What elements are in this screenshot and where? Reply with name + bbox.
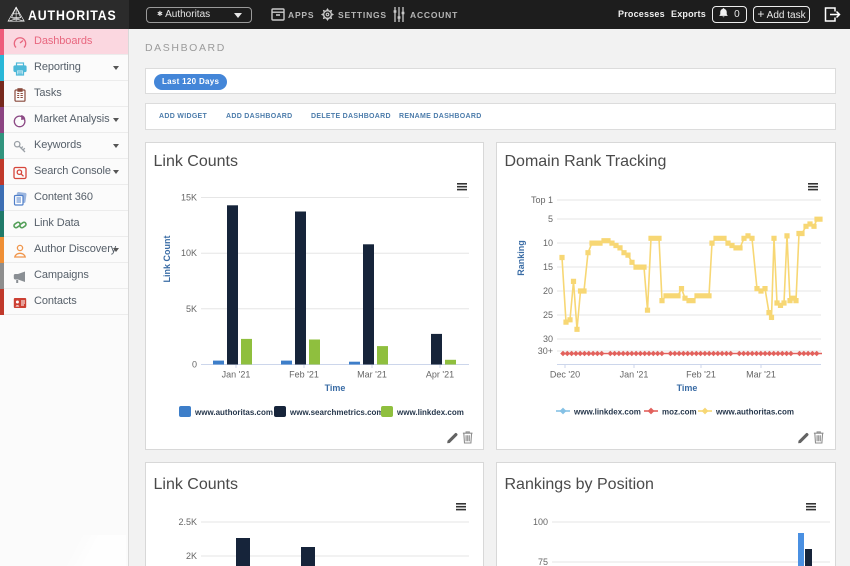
svg-text:Jan '21: Jan '21 [620,370,649,380]
svg-text:10K: 10K [181,248,197,258]
svg-text:Apr '21: Apr '21 [426,370,454,380]
svg-text:www.authoritas.com: www.authoritas.com [194,408,273,417]
svg-text:100: 100 [533,517,548,527]
svg-text:2.5K: 2.5K [178,517,197,527]
svg-text:www.searchmetrics.com: www.searchmetrics.com [289,408,384,417]
svg-text:www.linkdex.com: www.linkdex.com [573,408,641,417]
svg-text:Ranking: Ranking [516,240,526,276]
svg-text:30+: 30+ [538,346,553,356]
svg-text:www.authoritas.com: www.authoritas.com [715,408,794,417]
svg-text:Feb '21: Feb '21 [686,370,716,380]
svg-text:Top 1: Top 1 [531,195,553,205]
svg-text:15K: 15K [181,193,197,203]
svg-text:www.linkdex.com: www.linkdex.com [396,408,464,417]
svg-text:5: 5 [548,214,553,224]
svg-text:Time: Time [325,383,346,393]
svg-text:Feb '21: Feb '21 [289,370,319,380]
svg-text:25: 25 [543,310,553,320]
svg-text:Mar '21: Mar '21 [746,370,776,380]
svg-text:30: 30 [543,334,553,344]
svg-text:10: 10 [543,238,553,248]
svg-text:2K: 2K [186,551,197,561]
svg-text:Time: Time [677,383,698,393]
svg-text:15: 15 [543,262,553,272]
svg-text:Dec '20: Dec '20 [550,370,580,380]
svg-text:5K: 5K [186,304,197,314]
svg-text:Jan '21: Jan '21 [222,370,251,380]
svg-text:moz.com: moz.com [662,408,697,417]
svg-text:Mar '21: Mar '21 [357,370,387,380]
svg-text:Link Count: Link Count [162,236,172,283]
svg-text:20: 20 [543,286,553,296]
svg-text:0: 0 [192,360,197,370]
svg-text:75: 75 [538,557,548,566]
